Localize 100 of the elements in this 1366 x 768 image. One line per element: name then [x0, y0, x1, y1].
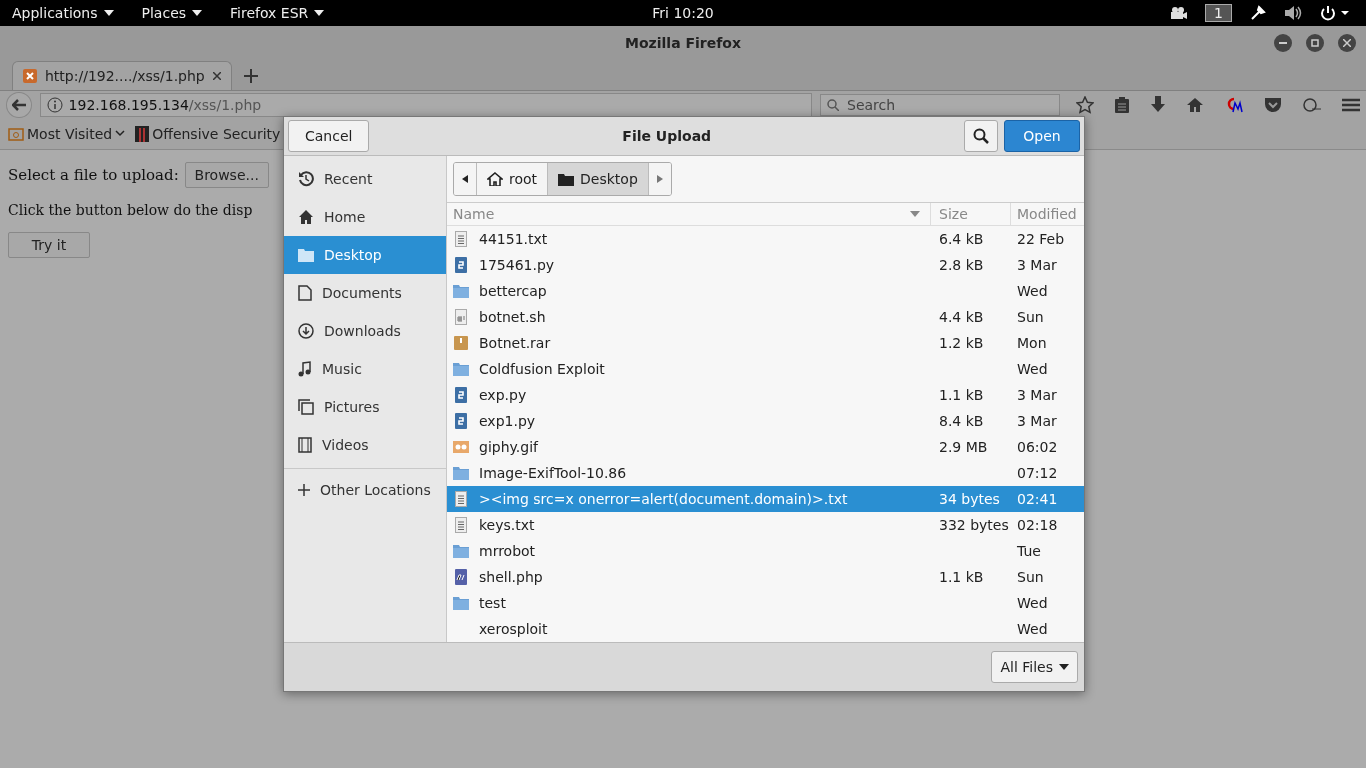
file-modified: 02:18 — [1016, 517, 1059, 533]
film-icon — [298, 437, 312, 453]
file-row[interactable]: exp.py 1.1 kB 3 Mar — [447, 382, 1084, 408]
maximize-icon — [1311, 39, 1319, 47]
cancel-button[interactable]: Cancel — [288, 120, 370, 152]
caret-icon — [314, 10, 325, 16]
file-row[interactable]: test Wed — [447, 590, 1084, 616]
other-locations-item[interactable]: Other Locations — [284, 471, 446, 509]
back-arrow-icon — [11, 99, 26, 111]
camera-icon[interactable] — [1169, 6, 1188, 20]
file-row[interactable]: shell.php 1.1 kB Sun — [447, 564, 1084, 590]
bookmark-item[interactable]: Most Visited — [8, 126, 126, 142]
file-row[interactable]: exp1.py 8.4 kB 3 Mar — [447, 408, 1084, 434]
place-item[interactable]: Documents — [284, 274, 446, 312]
file-row[interactable]: keys.txt 332 bytes 02:18 — [447, 512, 1084, 538]
file-row[interactable]: Botnet.rar 1.2 kB Mon — [447, 330, 1084, 356]
file-name: giphy.gif — [479, 439, 538, 455]
browse-button[interactable]: Browse... — [184, 162, 269, 188]
place-item[interactable]: Recent — [284, 160, 446, 198]
file-modified: Mon — [1016, 335, 1048, 351]
file-size: 6.4 kB — [938, 231, 985, 247]
file-name: Botnet.rar — [479, 335, 551, 351]
file-modified: 06:02 — [1016, 439, 1059, 455]
path-button[interactable]: Desktop — [548, 163, 649, 195]
file-name: exp.py — [479, 387, 527, 403]
file-name: exp1.py — [479, 413, 536, 429]
file-row[interactable]: 175461.py 2.8 kB 3 Mar — [447, 252, 1084, 278]
file-modified: Wed — [1016, 361, 1049, 377]
back-button[interactable] — [6, 92, 32, 118]
file-modified: 3 Mar — [1016, 387, 1058, 403]
home-icon — [487, 172, 503, 186]
left-arrow-icon — [462, 175, 468, 183]
panel-menu[interactable]: Firefox ESR — [226, 5, 329, 21]
maximize-button[interactable] — [1306, 34, 1324, 52]
pocket-icon[interactable] — [1264, 97, 1282, 113]
plus-icon[interactable] — [243, 69, 258, 83]
file-row[interactable]: mrrobot Tue — [447, 538, 1084, 564]
try-it-button[interactable]: Try it — [8, 232, 90, 258]
minimize-button[interactable] — [1274, 34, 1292, 52]
file-name: shell.php — [479, 569, 543, 585]
file-row[interactable]: 44151.txt 6.4 kB 22 Feb — [447, 226, 1084, 252]
file-modified: Sun — [1016, 309, 1045, 325]
home-icon[interactable] — [1186, 97, 1204, 113]
bookmark-icon — [135, 126, 150, 142]
upload-label: Select a file to upload: — [8, 166, 179, 184]
file-row[interactable]: giphy.gif 2.9 MB 06:02 — [447, 434, 1084, 460]
text-file-icon — [455, 231, 467, 247]
file-modified: Wed — [1016, 283, 1049, 299]
panel-menu[interactable]: Places — [137, 5, 207, 21]
file-modified: Wed — [1016, 621, 1049, 637]
search-button[interactable] — [964, 120, 998, 152]
archive-icon — [454, 336, 468, 350]
file-name: Image-ExifTool-10.86 — [479, 465, 627, 481]
file-name: mrrobot — [479, 543, 536, 559]
site-icon — [23, 69, 37, 83]
file-row[interactable]: Coldfusion Exploit Wed — [447, 356, 1084, 382]
panel-menu[interactable]: Applications — [8, 5, 118, 21]
file-row[interactable]: botnet.sh 4.4 kB Sun — [447, 304, 1084, 330]
file-row[interactable]: ><img src=x onerror=alert(document.domain)>.txt 34 bytes 02:41 — [447, 486, 1084, 512]
dialog-title: File Upload — [621, 128, 713, 144]
volume-icon[interactable] — [1284, 5, 1302, 21]
search-field[interactable]: Search — [820, 94, 1060, 116]
place-item[interactable]: Desktop — [284, 236, 446, 274]
document-icon — [298, 285, 312, 301]
file-name: keys.txt — [479, 517, 535, 533]
place-item[interactable]: Pictures — [284, 388, 446, 426]
path-back-button[interactable] — [454, 163, 477, 195]
place-item[interactable]: Videos — [284, 426, 446, 464]
menu-icon[interactable] — [1342, 98, 1360, 112]
python-file-icon — [455, 387, 467, 403]
close-button[interactable] — [1338, 34, 1356, 52]
file-modified: 07:12 — [1016, 465, 1059, 481]
file-row[interactable]: xerosploit Wed — [447, 616, 1084, 642]
file-name: xerosploit — [479, 621, 548, 637]
file-modified: 3 Mar — [1016, 257, 1058, 273]
python-file-icon — [455, 257, 467, 273]
file-type-dropdown[interactable]: All Files — [991, 651, 1078, 683]
file-row[interactable]: Image-ExifTool-10.86 07:12 — [447, 460, 1084, 486]
tab-title: http://192..../xss/1.php — [45, 68, 205, 84]
place-item[interactable]: Downloads — [284, 312, 446, 350]
file-size: 2.9 MB — [938, 439, 989, 455]
browser-tab[interactable]: http://192..../xss/1.php — [12, 61, 232, 90]
file-name: Coldfusion Exploit — [479, 361, 605, 377]
close-icon[interactable] — [212, 72, 221, 80]
file-size: 332 bytes — [938, 517, 1010, 533]
place-item[interactable]: Home — [284, 198, 446, 236]
power-icon[interactable] — [1320, 5, 1350, 21]
workspace-indicator[interactable]: 1 — [1205, 4, 1232, 22]
info-icon[interactable] — [46, 97, 63, 113]
place-item[interactable]: Music — [284, 350, 446, 388]
file-modified: Tue — [1016, 543, 1042, 559]
star-icon[interactable] — [1076, 96, 1094, 114]
open-button[interactable]: Open — [1004, 120, 1080, 152]
file-row[interactable]: bettercap Wed — [447, 278, 1084, 304]
bookmark-item[interactable]: Offensive Security — [135, 126, 281, 142]
python-file-icon — [455, 413, 467, 429]
address-bar[interactable]: 192.168.195.134/xss/1.php — [39, 93, 812, 117]
caret-icon — [115, 130, 126, 138]
download-icon[interactable] — [1150, 96, 1166, 114]
reading-list-icon[interactable] — [1114, 96, 1130, 114]
